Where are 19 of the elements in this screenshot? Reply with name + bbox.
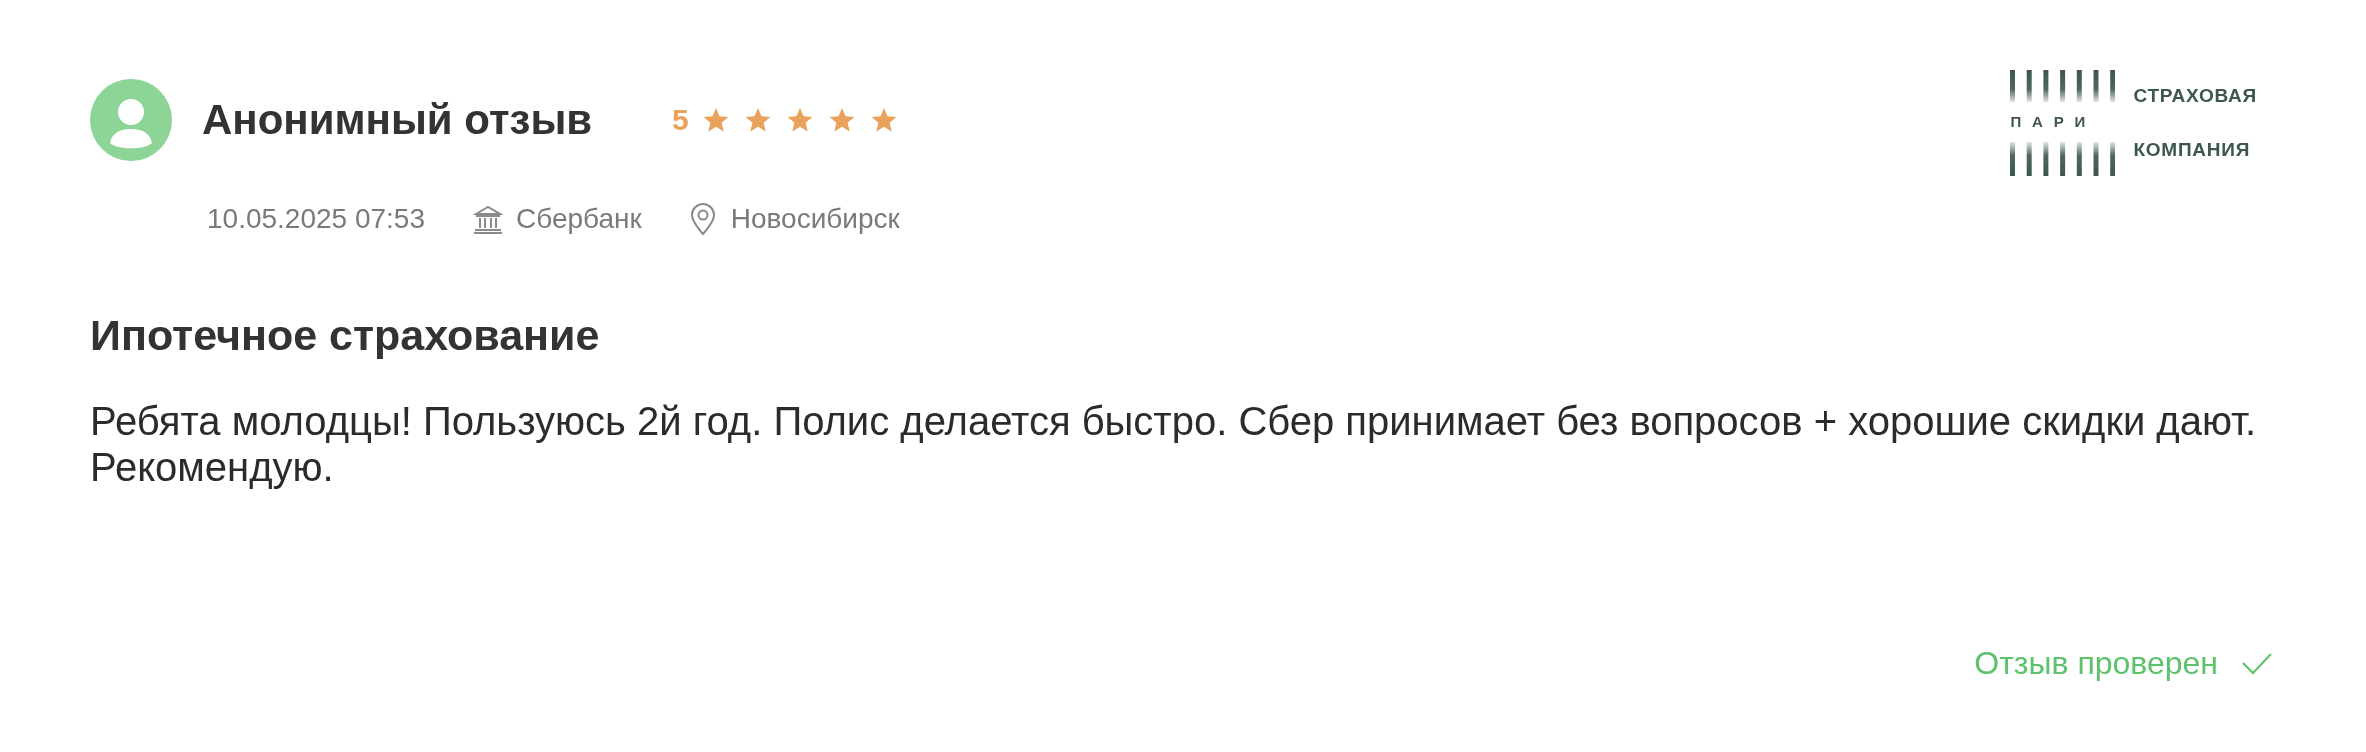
star-icon <box>702 107 729 133</box>
review-text: Ребята молодцы! Пользуюсь 2й год. Полис делается быстро. Сбер принимает без вопросов + хорошие скидки дают. Рекомендую. <box>90 398 2258 490</box>
logo-brand: ПАРИ <box>2010 114 2097 130</box>
bank-icon <box>473 204 503 234</box>
star-icon <box>786 107 813 133</box>
review-date: 10.05.2025 07:53 <box>207 203 425 235</box>
author-name: Анонимный отзыв <box>202 95 593 145</box>
city-name: Новосибирск <box>730 203 900 235</box>
logo-text: СТРАХОВАЯ <box>2133 86 2257 106</box>
star-icon <box>828 107 855 133</box>
bank-name: Сбербанк <box>516 203 642 235</box>
logo-text: КОМПАНИЯ <box>2133 140 2252 160</box>
star-icon <box>744 107 771 133</box>
location-pin-icon <box>689 203 716 235</box>
star-icon <box>870 107 897 133</box>
review-title: Ипотечное страхование <box>90 310 601 360</box>
verified-label: Отзыв проверен <box>1974 644 2218 682</box>
rating-score: 5 <box>672 102 689 138</box>
avatar-icon <box>90 79 172 161</box>
